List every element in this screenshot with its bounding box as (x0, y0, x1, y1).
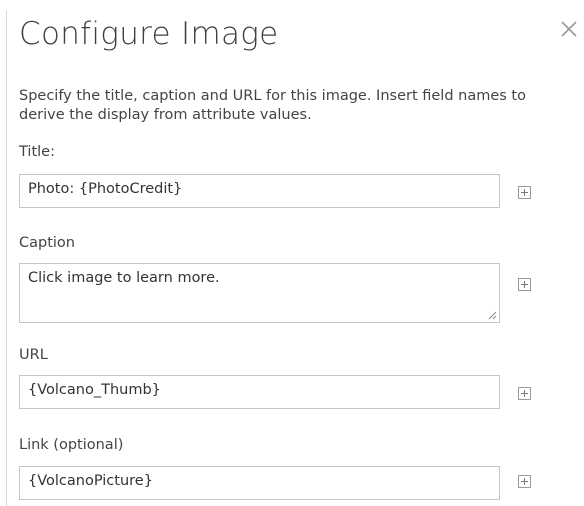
title-insert-field-plus-icon[interactable] (518, 186, 531, 199)
dialog-title: Configure Image (19, 16, 279, 52)
link-input-value: {VolcanoPicture} (28, 473, 153, 489)
caption-textarea-value: Click image to learn more. (28, 270, 220, 286)
close-icon[interactable] (558, 18, 580, 40)
link-insert-field-plus-icon[interactable] (518, 475, 531, 488)
dialog-description: Specify the title, caption and URL for t… (19, 88, 526, 123)
caption-label: Caption (19, 235, 75, 251)
url-input-value: {Volcano_Thumb} (28, 382, 161, 398)
title-input-value: Photo: {PhotoCredit} (28, 181, 183, 197)
resize-grip-icon[interactable] (488, 311, 497, 320)
link-label: Link (optional) (19, 437, 124, 453)
title-input[interactable]: Photo: {PhotoCredit} (19, 174, 500, 208)
title-label: Title: (19, 144, 55, 160)
caption-textarea[interactable]: Click image to learn more. (19, 263, 500, 323)
url-input[interactable]: {Volcano_Thumb} (19, 375, 500, 409)
configure-image-dialog: Configure Image Specify the title, capti… (0, 0, 584, 506)
dialog-left-border (6, 10, 7, 506)
link-input[interactable]: {VolcanoPicture} (19, 466, 500, 500)
url-label: URL (19, 347, 48, 363)
caption-insert-field-plus-icon[interactable] (518, 278, 531, 291)
url-insert-field-plus-icon[interactable] (518, 387, 531, 400)
